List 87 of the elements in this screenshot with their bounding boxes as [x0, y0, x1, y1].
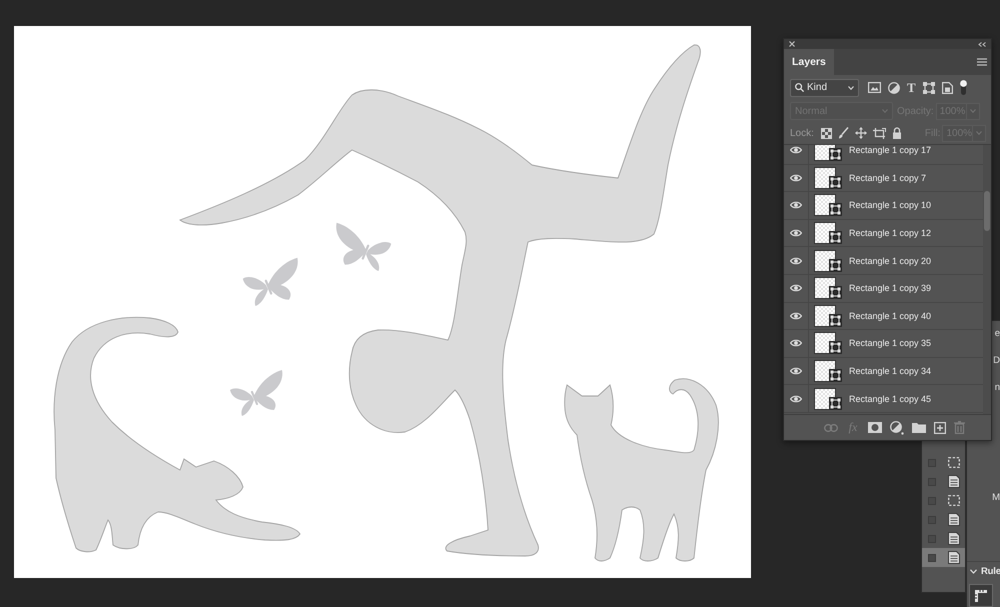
eye-icon[interactable]: [790, 174, 802, 182]
layer-row[interactable]: Rectangle 1 copy 39: [784, 274, 983, 303]
caret-icon: [848, 86, 854, 90]
bounding-box-icon: [829, 176, 842, 189]
document-icon: [948, 532, 960, 545]
layer-row[interactable]: Rectangle 1 copy 20: [784, 247, 983, 275]
bounding-box-icon: [829, 231, 842, 244]
layer-name: Rectangle 1 copy 20: [849, 256, 932, 266]
layer-name: Rectangle 1 copy 40: [849, 310, 932, 321]
fill-slider-button[interactable]: [973, 124, 986, 142]
toggle-switch-icon[interactable]: [960, 80, 967, 95]
caret-icon: [976, 131, 982, 135]
panel-label: n: [994, 382, 1000, 394]
brush-icon[interactable]: [838, 127, 849, 139]
eye-icon[interactable]: [790, 256, 802, 265]
eye-icon[interactable]: [790, 367, 802, 376]
lock-icon[interactable]: [892, 127, 902, 139]
eye-icon[interactable]: [790, 201, 802, 210]
image-icon[interactable]: [868, 82, 881, 93]
ruler-button[interactable]: [969, 584, 993, 607]
search-icon: [795, 83, 804, 92]
layer-name: Rectangle 1 copy 10: [849, 200, 932, 210]
history-row[interactable]: [922, 548, 965, 567]
menu-icon[interactable]: [977, 58, 987, 66]
panel-label: e: [994, 328, 1000, 340]
dashed-rectangle-icon: [948, 495, 960, 506]
eye-icon[interactable]: [790, 284, 802, 292]
layer-name: Rectangle 1 copy 34: [849, 366, 932, 376]
mask-icon[interactable]: [868, 422, 882, 433]
caret-icon: [970, 109, 976, 113]
bounding-box-icon: [829, 286, 842, 300]
butterfly-silhouette: [242, 258, 298, 306]
double-chevron-icon[interactable]: [978, 42, 986, 46]
checkbox[interactable]: [928, 554, 936, 562]
panel-tab[interactable]: Layers: [784, 49, 834, 75]
butterfly-silhouette: [230, 370, 282, 416]
layer-row[interactable]: Rectangle 1 copy 40: [784, 302, 983, 330]
bounding-box-icon: [829, 203, 842, 216]
layer-name: Rectangle 1 copy 39: [849, 283, 932, 294]
eye-icon[interactable]: [790, 146, 802, 154]
bounding-box-icon: [829, 258, 842, 272]
scrollbar-track[interactable]: [983, 145, 991, 414]
document-icon: [948, 551, 960, 564]
opacity-slider-button[interactable]: [966, 102, 980, 120]
layer-row[interactable]: Rectangle 1 copy 17: [784, 145, 983, 165]
layer-row[interactable]: Rectangle 1 copy 10: [784, 192, 983, 220]
bounding-box-icon: [829, 369, 842, 382]
eye-icon[interactable]: [790, 339, 802, 348]
lock-label: Lock:: [790, 128, 814, 138]
filter-dropdown[interactable]: Kind: [790, 78, 859, 96]
eye-icon[interactable]: [790, 312, 802, 320]
bounding-box-icon: [829, 148, 842, 162]
move-icon[interactable]: [854, 127, 867, 139]
folder-icon[interactable]: [912, 422, 926, 433]
document-icon: [948, 513, 960, 526]
layer-row[interactable]: Rectangle 1 copy 34: [784, 358, 983, 386]
panel-label: M: [992, 492, 1000, 504]
bounding-box-icon: [829, 396, 842, 410]
bounding-box-icon: [829, 314, 842, 327]
half-circle-icon[interactable]: [888, 82, 900, 94]
document-icon: [948, 475, 960, 488]
checkerboard-icon[interactable]: [820, 128, 832, 138]
ruler-corner-icon: [974, 588, 988, 602]
half-circle-icon[interactable]: [890, 420, 904, 434]
layer-row[interactable]: Rectangle 1 copy 7: [784, 164, 983, 192]
close-icon[interactable]: [789, 41, 795, 47]
chevron-icon[interactable]: [970, 568, 977, 574]
layer-row[interactable]: Rectangle 1 copy 45: [784, 385, 983, 413]
layer-name: Rectangle 1 copy 17: [849, 145, 932, 156]
eye-icon[interactable]: [790, 229, 802, 238]
layer-name: Rectangle 1 copy 7: [849, 172, 926, 183]
new-layer-icon[interactable]: [934, 422, 946, 434]
bounding-box-icon: [829, 341, 842, 354]
layer-name: Rectangle 1 copy 35: [849, 338, 932, 348]
eye-icon[interactable]: [790, 394, 802, 403]
layer-row[interactable]: Rectangle 1 copy 35: [784, 330, 983, 358]
panel-label: D: [993, 355, 1000, 367]
crop-icon[interactable]: [872, 128, 886, 138]
scrollbar-thumb[interactable]: [984, 191, 990, 231]
layer-name: Rectangle 1 copy 12: [849, 228, 932, 238]
bounding-box-icon[interactable]: [922, 82, 935, 94]
butterfly-silhouette: [336, 222, 392, 271]
dashed-rectangle-icon: [948, 457, 960, 468]
layer-name: Rectangle 1 copy 45: [849, 394, 932, 404]
type-filter-button[interactable]: T: [907, 82, 916, 94]
document-icon[interactable]: [942, 82, 953, 94]
layer-row[interactable]: Rectangle 1 copy 12: [784, 220, 983, 248]
